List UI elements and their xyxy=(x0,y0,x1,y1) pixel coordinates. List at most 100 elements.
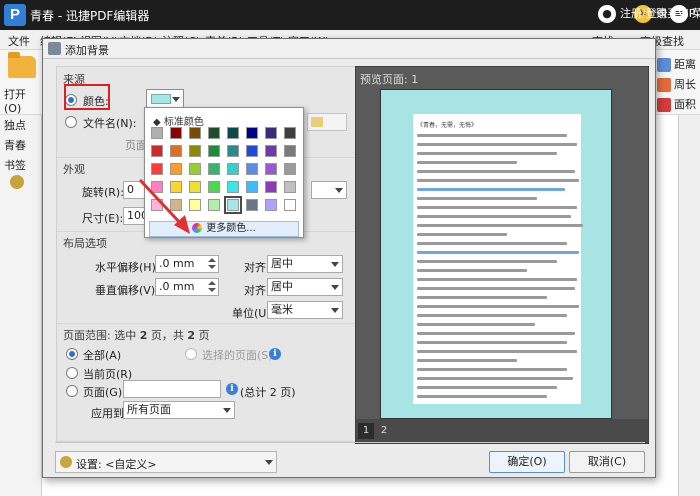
preview-text-line xyxy=(417,224,583,227)
gear-icon[interactable] xyxy=(10,175,24,189)
color-swatch[interactable] xyxy=(284,181,296,193)
color-swatch[interactable] xyxy=(227,181,239,193)
unit-select[interactable]: 毫米 xyxy=(267,301,343,319)
current-page-radio[interactable] xyxy=(66,367,78,379)
open-button[interactable]: 打开(O) xyxy=(4,52,40,115)
color-swatch[interactable] xyxy=(208,127,220,139)
preview-text-line xyxy=(417,278,577,281)
ok-button[interactable]: 确定(O) xyxy=(489,451,565,473)
distance-tool[interactable]: 距离 xyxy=(657,56,696,72)
page-range-radio[interactable] xyxy=(66,385,78,397)
right-scrollbar[interactable] xyxy=(678,115,700,496)
tab-doc[interactable]: 独点 xyxy=(4,117,26,133)
color-swatch[interactable] xyxy=(170,199,182,211)
color-swatch[interactable] xyxy=(284,199,296,211)
preview-text-line xyxy=(417,170,575,173)
color-swatch[interactable] xyxy=(246,127,258,139)
color-swatch[interactable] xyxy=(246,163,258,175)
spin-buttons[interactable] xyxy=(208,280,216,294)
color-swatch[interactable] xyxy=(151,181,163,193)
info-icon[interactable]: i xyxy=(226,383,238,395)
color-swatch[interactable] xyxy=(265,199,277,211)
color-swatch[interactable] xyxy=(208,199,220,211)
perimeter-tool[interactable]: 周长 xyxy=(657,76,696,92)
more-colors-button[interactable]: 更多颜色... xyxy=(149,221,299,237)
h-align-label: 对齐: xyxy=(244,261,270,274)
color-popup: ◆ 标准颜色 更多颜色... xyxy=(144,107,304,238)
preview-text-line xyxy=(417,323,535,326)
color-swatch[interactable] xyxy=(189,127,201,139)
file-label: 文件名(N): xyxy=(83,117,137,130)
color-swatch[interactable] xyxy=(227,163,239,175)
color-swatch[interactable] xyxy=(265,127,277,139)
h-offset-input[interactable]: .0 mm xyxy=(155,255,219,273)
v-align-select[interactable]: 居中 xyxy=(267,278,343,296)
file-radio[interactable] xyxy=(65,116,77,128)
spin-buttons[interactable] xyxy=(208,257,216,271)
rotate-label: 旋转(R): xyxy=(82,186,124,199)
color-swatch[interactable] xyxy=(265,163,277,175)
color-swatch[interactable] xyxy=(170,181,182,193)
color-swatch[interactable] xyxy=(151,199,163,211)
layout-section-label: 布局选项 xyxy=(63,237,107,250)
cancel-button[interactable]: 取消(C) xyxy=(569,451,645,473)
menu-file[interactable]: 文件 xyxy=(8,33,30,49)
preview-tab-2[interactable]: 2 xyxy=(376,423,392,439)
title-bar: P 青春 - 迅捷PDF编辑器 ●注册/登录 ¥购买VIP ≡菜单 xyxy=(0,0,700,30)
apply-to-select[interactable]: 所有页面 xyxy=(123,401,235,419)
color-swatch[interactable] xyxy=(265,145,277,157)
settings-select[interactable]: 设置: <自定义> xyxy=(55,451,277,473)
color-swatch[interactable] xyxy=(170,127,182,139)
color-swatch[interactable] xyxy=(227,127,239,139)
tab-document-name[interactable]: 青春 xyxy=(4,137,26,153)
perimeter-icon xyxy=(657,78,671,92)
color-swatch[interactable] xyxy=(189,181,201,193)
info-icon[interactable]: i xyxy=(269,348,281,360)
color-swatch[interactable] xyxy=(170,163,182,175)
area-tool[interactable]: 面积 xyxy=(657,96,696,112)
browse-file-button[interactable] xyxy=(307,113,347,131)
selected-pages-radio[interactable] xyxy=(185,348,197,360)
preview-tab-1[interactable]: 1 xyxy=(358,423,374,439)
color-swatch[interactable] xyxy=(189,145,201,157)
color-swatch[interactable] xyxy=(208,163,220,175)
color-swatch[interactable] xyxy=(224,196,242,214)
app-logo: P xyxy=(4,4,26,26)
color-swatch[interactable] xyxy=(284,127,296,139)
v-offset-label: 垂直偏移(V): xyxy=(95,284,159,297)
color-swatch[interactable] xyxy=(170,145,182,157)
preview-text-line xyxy=(417,377,573,380)
rotate-select-right[interactable] xyxy=(311,181,347,199)
color-swatch[interactable] xyxy=(208,145,220,157)
color-picker-button[interactable] xyxy=(146,89,184,109)
login-button[interactable]: ● 注册/登录 xyxy=(598,5,668,23)
color-swatch[interactable] xyxy=(151,163,163,175)
color-swatch[interactable] xyxy=(265,181,277,193)
preview-text-line xyxy=(417,386,557,389)
preview-text-line xyxy=(417,296,547,299)
preview-text-line xyxy=(417,395,547,398)
color-swatch[interactable] xyxy=(151,145,163,157)
v-offset-input[interactable]: .0 mm xyxy=(155,278,219,296)
left-panel: 独点 青春 书签 xyxy=(0,115,42,496)
preview-text-line xyxy=(417,251,579,254)
folder-icon xyxy=(311,117,323,127)
total-pages-label: (总计 2 页) xyxy=(240,386,296,399)
color-swatch[interactable] xyxy=(151,127,163,139)
color-swatch[interactable] xyxy=(284,163,296,175)
color-swatch[interactable] xyxy=(246,145,258,157)
color-swatch[interactable] xyxy=(227,145,239,157)
color-swatch[interactable] xyxy=(284,145,296,157)
color-swatch[interactable] xyxy=(246,181,258,193)
preview-text-line xyxy=(417,332,575,335)
bookmarks-label[interactable]: 书签 xyxy=(4,157,26,173)
color-swatch[interactable] xyxy=(189,199,201,211)
page-range-input[interactable] xyxy=(123,380,221,398)
color-swatch[interactable] xyxy=(189,163,201,175)
h-align-select[interactable]: 居中 xyxy=(267,255,343,273)
color-swatch[interactable] xyxy=(246,199,258,211)
preview-text-line xyxy=(417,269,527,272)
all-pages-radio[interactable] xyxy=(66,348,78,360)
page-range-label: 页面(G) xyxy=(83,386,123,399)
color-swatch[interactable] xyxy=(208,181,220,193)
